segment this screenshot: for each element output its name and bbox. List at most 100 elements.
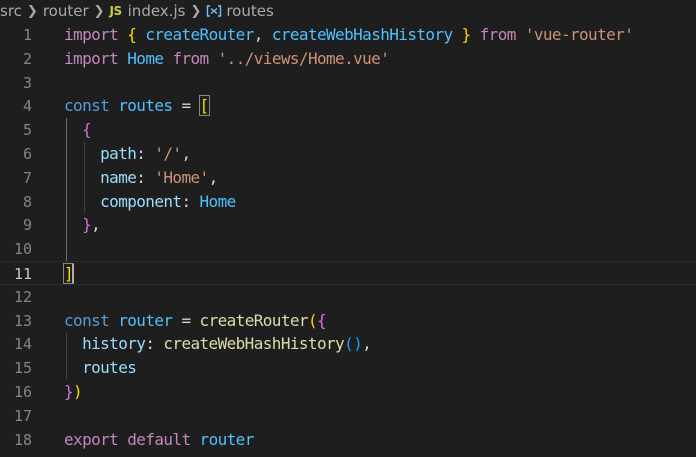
- code-editor[interactable]: src ❯ router ❯ JS index.js ❯ routes 1 imp…: [0, 0, 696, 457]
- code-line[interactable]: 9 },: [0, 213, 696, 237]
- indent-guide: [84, 142, 86, 214]
- code-token: Home: [199, 191, 237, 211]
- code-token: }: [461, 25, 472, 44]
- code-token: default: [127, 429, 191, 449]
- code-token: routes: [118, 96, 173, 116]
- code-token: ,: [362, 334, 372, 354]
- code-text: name: 'Home',: [64, 166, 218, 190]
- code-token: '../views/Home.vue': [217, 48, 390, 68]
- code-token: export: [64, 429, 119, 449]
- code-token: :: [136, 144, 155, 163]
- code-line[interactable]: 12: [0, 285, 696, 309]
- breadcrumb-item-src[interactable]: src: [0, 2, 22, 20]
- code-text: import { createRouter, createWebHashHist…: [64, 23, 634, 47]
- line-number: 17: [13, 406, 32, 425]
- code-token: createRouter: [145, 25, 254, 44]
- code-text: const routes = [: [64, 94, 210, 118]
- code-line[interactable]: 4 const routes = [: [0, 94, 696, 118]
- breadcrumb: src ❯ router ❯ JS index.js ❯ routes: [0, 0, 696, 22]
- code-line[interactable]: 18 export default router: [0, 428, 696, 452]
- code-token: Home: [127, 48, 164, 68]
- code-token: {: [127, 25, 137, 44]
- line-number: 11: [13, 265, 32, 283]
- code-line[interactable]: 16}): [0, 380, 696, 404]
- code-line[interactable]: 3: [0, 71, 696, 95]
- code-token: from: [479, 25, 517, 44]
- code-line[interactable]: 15 routes: [0, 356, 696, 380]
- code-text: {: [64, 118, 92, 142]
- text-cursor: [72, 264, 75, 283]
- code-line[interactable]: 13 const router = createRouter({: [0, 309, 696, 333]
- code-token: name: [100, 167, 137, 187]
- code-line[interactable]: 11]: [0, 261, 696, 285]
- line-number: 8: [22, 192, 32, 211]
- code-token: =: [172, 96, 200, 116]
- code-token: history: [82, 334, 146, 354]
- code-token: {: [82, 120, 92, 140]
- line-number: 6: [22, 145, 32, 163]
- indent-guide: [66, 332, 67, 380]
- breadcrumb-item-file[interactable]: index.js: [128, 2, 186, 20]
- code-text: path: '/',: [64, 142, 191, 166]
- chevron-right-icon: ❯: [190, 3, 202, 19]
- code-token: createWebHashHistory: [271, 25, 453, 44]
- code-token: :: [136, 167, 155, 187]
- code-text: export default router: [64, 428, 254, 452]
- variable-symbol-icon: [206, 4, 222, 18]
- chevron-right-icon: ❯: [26, 3, 38, 19]
- code-token: ,: [91, 215, 101, 235]
- code-line[interactable]: 5 {: [0, 118, 696, 142]
- line-number: 4: [22, 97, 32, 116]
- code-token: router: [199, 429, 255, 449]
- code-line[interactable]: 10: [0, 237, 696, 261]
- code-token: (): [344, 334, 363, 354]
- line-number: 5: [22, 121, 32, 140]
- code-token: 'vue-router': [524, 25, 634, 44]
- code-line[interactable]: 7 name: 'Home',: [0, 166, 696, 190]
- code-token: component: [100, 191, 182, 211]
- code-line[interactable]: 17: [0, 404, 696, 428]
- code-line[interactable]: 8 component: Home: [0, 190, 696, 214]
- code-line[interactable]: 6 path: '/',: [0, 142, 696, 166]
- code-token: from: [172, 48, 209, 68]
- code-token: import: [64, 25, 119, 44]
- breadcrumb-item-symbol[interactable]: routes: [226, 2, 273, 20]
- code-token: '/': [154, 144, 182, 163]
- code-token: ,: [208, 167, 219, 187]
- code-line[interactable]: 2 import Home from '../views/Home.vue': [0, 47, 696, 71]
- code-token: router: [118, 310, 173, 330]
- code-token: :: [181, 191, 200, 211]
- code-token: }: [64, 382, 74, 401]
- code-token: (: [307, 310, 318, 330]
- matched-bracket: [: [198, 95, 210, 117]
- line-number: 10: [13, 240, 32, 259]
- code-token: ,: [253, 25, 272, 44]
- code-line[interactable]: 1 import { createRouter, createWebHashHis…: [0, 23, 696, 47]
- chevron-right-icon: ❯: [93, 3, 105, 19]
- code-token: :: [145, 334, 164, 354]
- line-number: 15: [13, 359, 32, 378]
- line-number: 2: [22, 49, 32, 68]
- breadcrumb-item-router[interactable]: router: [43, 2, 89, 20]
- code-token: import: [64, 48, 119, 68]
- code-token: const: [64, 310, 110, 330]
- line-number: 18: [13, 430, 32, 449]
- code-token: path: [100, 144, 137, 163]
- indent-guide: [66, 118, 67, 261]
- code-text: const router = createRouter({: [64, 309, 327, 333]
- code-token: ,: [181, 144, 191, 163]
- code-line[interactable]: 14 history: createWebHashHistory(),: [0, 332, 696, 356]
- code-token: }: [82, 215, 92, 235]
